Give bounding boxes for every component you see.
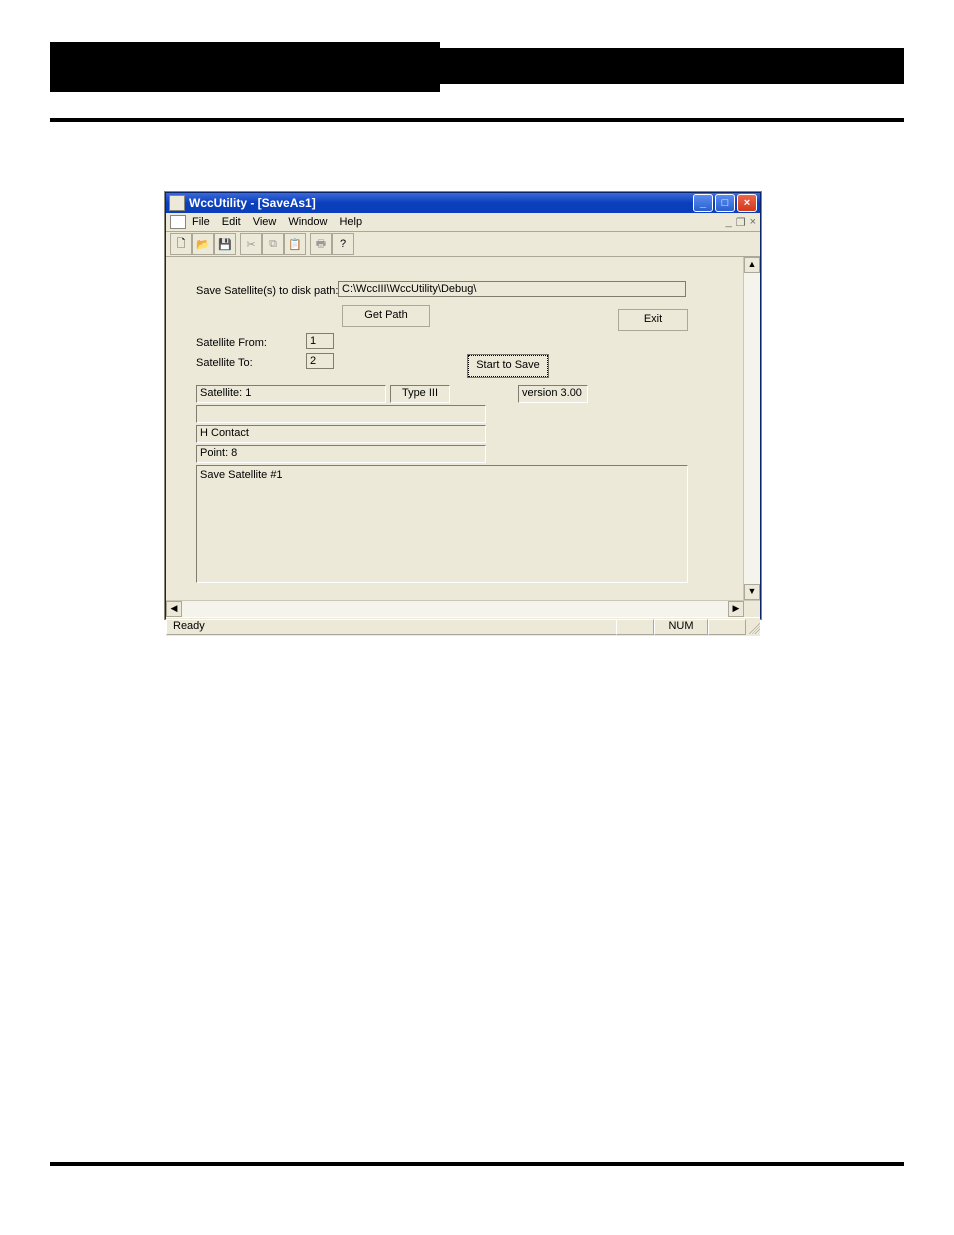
status-ready: Ready bbox=[166, 619, 616, 635]
status-blank2 bbox=[708, 619, 746, 635]
scroll-right-icon[interactable]: ▶ bbox=[728, 601, 744, 617]
print-icon[interactable]: 🖶 bbox=[310, 233, 332, 255]
header-bar bbox=[50, 48, 904, 84]
satellite-status: Satellite: 1 bbox=[196, 385, 386, 403]
satellite-from-input[interactable]: 1 bbox=[306, 333, 334, 349]
paste-icon[interactable]: 📋 bbox=[284, 233, 306, 255]
menu-file[interactable]: File bbox=[192, 216, 210, 228]
scroll-down-icon[interactable]: ▼ bbox=[744, 584, 760, 600]
mdi-doc-icon[interactable] bbox=[170, 215, 186, 229]
get-path-button[interactable]: Get Path bbox=[342, 305, 430, 327]
mdi-minimize-icon[interactable]: _ bbox=[726, 216, 732, 229]
copy-icon[interactable]: ⧉ bbox=[262, 233, 284, 255]
satellite-to-input[interactable]: 2 bbox=[306, 353, 334, 369]
resize-grip-icon[interactable] bbox=[746, 620, 760, 634]
titlebar[interactable]: WccUtility - [SaveAs1] _ □ × bbox=[166, 193, 760, 213]
blank-status bbox=[196, 405, 486, 423]
hscroll-track[interactable] bbox=[182, 601, 728, 617]
help-icon[interactable]: ? bbox=[332, 233, 354, 255]
scroll-up-icon[interactable]: ▲ bbox=[744, 257, 760, 273]
type-status: Type III bbox=[390, 385, 450, 403]
maximize-button[interactable]: □ bbox=[715, 194, 735, 212]
mdi-close-icon[interactable]: × bbox=[750, 216, 756, 229]
mdi-restore-icon[interactable]: ❐ bbox=[736, 216, 746, 229]
log-box: Save Satellite #1 bbox=[196, 465, 688, 583]
top-rule bbox=[50, 118, 904, 122]
scroll-track[interactable] bbox=[744, 273, 760, 584]
menubar: File Edit View Window Help _ ❐ × bbox=[166, 213, 760, 232]
status-num: NUM bbox=[654, 619, 708, 635]
vertical-scrollbar[interactable]: ▲ ▼ bbox=[743, 257, 760, 600]
menu-help[interactable]: Help bbox=[339, 216, 362, 228]
menu-window[interactable]: Window bbox=[288, 216, 327, 228]
point-status: Point: 8 bbox=[196, 445, 486, 463]
window-title: WccUtility - [SaveAs1] bbox=[189, 196, 693, 210]
menu-view[interactable]: View bbox=[253, 216, 277, 228]
contact-status: H Contact bbox=[196, 425, 486, 443]
statusbar: Ready NUM bbox=[166, 617, 760, 636]
close-button[interactable]: × bbox=[737, 194, 757, 212]
save-icon[interactable]: 💾 bbox=[214, 233, 236, 255]
scroll-corner bbox=[744, 601, 760, 617]
minimize-button[interactable]: _ bbox=[693, 194, 713, 212]
start-to-save-button[interactable]: Start to Save bbox=[468, 355, 548, 377]
version-status: version 3.00 bbox=[518, 385, 588, 403]
app-icon bbox=[169, 195, 185, 211]
save-path-input[interactable]: C:\WccIII\WccUtility\Debug\ bbox=[338, 281, 686, 297]
satellite-to-label: Satellite To: bbox=[196, 357, 253, 369]
cut-icon[interactable]: ✂ bbox=[240, 233, 262, 255]
toolbar: 🗋 📂 💾 ✂ ⧉ 📋 🖶 ? bbox=[166, 232, 760, 257]
save-path-label: Save Satellite(s) to disk path: bbox=[196, 285, 338, 297]
horizontal-scrollbar[interactable]: ◀ ▶ bbox=[166, 600, 760, 617]
app-window: WccUtility - [SaveAs1] _ □ × File Edit V… bbox=[165, 192, 761, 619]
status-blank1 bbox=[616, 619, 654, 635]
open-icon[interactable]: 📂 bbox=[192, 233, 214, 255]
log-text: Save Satellite #1 bbox=[200, 469, 283, 481]
menu-edit[interactable]: Edit bbox=[222, 216, 241, 228]
scroll-left-icon[interactable]: ◀ bbox=[166, 601, 182, 617]
satellite-from-label: Satellite From: bbox=[196, 337, 267, 349]
client-area: Save Satellite(s) to disk path: C:\WccII… bbox=[166, 257, 760, 600]
exit-button[interactable]: Exit bbox=[618, 309, 688, 331]
bottom-rule bbox=[50, 1162, 904, 1166]
new-icon[interactable]: 🗋 bbox=[170, 233, 192, 255]
